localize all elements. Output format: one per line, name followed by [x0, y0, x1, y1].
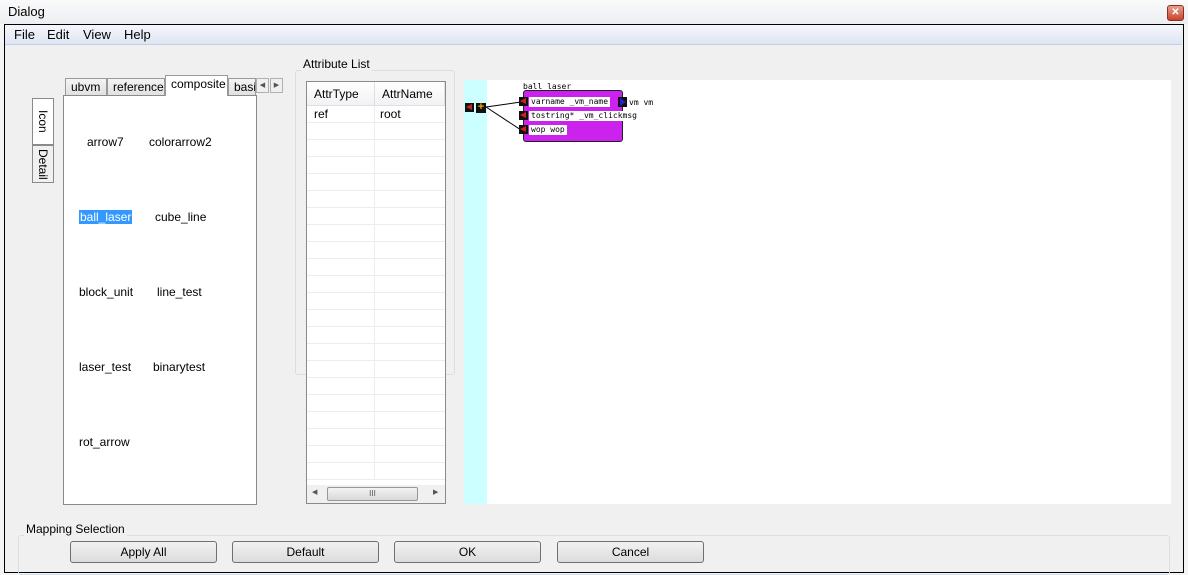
table-row[interactable] [307, 361, 445, 378]
cell-attrtype [307, 157, 375, 174]
table-row[interactable] [307, 208, 445, 225]
cell-attrtype [307, 259, 375, 276]
output-port-icon[interactable] [618, 97, 627, 107]
cell-attrtype [307, 225, 375, 242]
table-row[interactable] [307, 463, 445, 480]
horizontal-scrollbar[interactable]: ◀ III ▶ [307, 485, 445, 503]
table-row[interactable] [307, 123, 445, 140]
connection-line [485, 106, 522, 131]
table-row[interactable] [307, 429, 445, 446]
node-canvas[interactable] [487, 80, 1171, 504]
tab-ubvm[interactable]: ubvm [65, 78, 107, 96]
scroll-left-icon[interactable]: ◀ [312, 488, 317, 496]
connection-line [485, 101, 522, 108]
table-row[interactable] [307, 157, 445, 174]
tab-scroll-left-icon[interactable]: ◀ [256, 78, 269, 93]
cancel-button[interactable]: Cancel [557, 541, 704, 563]
column-header-attrname[interactable]: AttrName [375, 82, 445, 106]
cell-attrtype [307, 327, 375, 344]
list-item[interactable]: laser_test [78, 360, 132, 374]
table-row[interactable] [307, 191, 445, 208]
node-output: vm vm [629, 98, 654, 107]
scroll-thumb[interactable]: III [327, 487, 418, 501]
scroll-right-icon[interactable]: ▶ [433, 488, 438, 496]
cell-attrtype [307, 412, 375, 429]
plus-junction-icon[interactable]: + [476, 102, 486, 113]
icon-list: arrow7 colorarrow2 ball_laser cube_line … [63, 95, 257, 505]
table-row[interactable] [307, 446, 445, 463]
tab-reference[interactable]: reference [107, 78, 165, 96]
cell-attrtype [307, 310, 375, 327]
table-row[interactable] [307, 276, 445, 293]
input-port-icon[interactable] [519, 125, 528, 134]
table-row[interactable] [307, 242, 445, 259]
list-item[interactable]: binarytest [152, 360, 206, 374]
side-tab-detail[interactable]: Detail [32, 145, 54, 183]
menu-bar: File Edit View Help [5, 25, 1182, 45]
node-input: wop wop [529, 125, 567, 135]
menu-help[interactable]: Help [124, 27, 151, 42]
list-item[interactable]: colorarrow2 [148, 135, 213, 149]
cell-attrtype [307, 429, 375, 446]
cell-attrtype [307, 174, 375, 191]
cell-attrname: root [380, 107, 401, 121]
list-item[interactable]: line_test [156, 285, 203, 299]
table-row[interactable] [307, 395, 445, 412]
table-row[interactable] [307, 174, 445, 191]
tab-scroll-right-icon[interactable]: ▶ [270, 78, 283, 93]
table-row[interactable] [307, 378, 445, 395]
attribute-list-label: Attribute List [301, 57, 372, 71]
cell-attrtype [307, 463, 375, 480]
list-item[interactable]: arrow7 [86, 135, 125, 149]
table-row[interactable] [307, 412, 445, 429]
cell-attrtype: ref [307, 106, 375, 123]
cell-attrtype [307, 208, 375, 225]
input-port-icon[interactable] [519, 111, 528, 120]
input-port-icon[interactable] [519, 97, 528, 106]
side-tab-icon[interactable]: Icon [32, 98, 54, 145]
table-row[interactable] [307, 259, 445, 276]
node-ball-laser[interactable]: varname _vm_name tostring* _vm_clickmsg … [519, 90, 639, 142]
title-bar [0, 0, 1188, 24]
attribute-table: AttrType AttrName ref root ◀ III ▶ [306, 81, 446, 504]
list-item[interactable]: block_unit [78, 285, 134, 299]
cell-attrtype [307, 446, 375, 463]
cell-attrtype [307, 395, 375, 412]
tab-basic[interactable]: basic [228, 78, 256, 96]
table-row[interactable] [307, 310, 445, 327]
default-button[interactable]: Default [232, 541, 379, 563]
cell-attrtype [307, 293, 375, 310]
cell-attrtype [307, 361, 375, 378]
apply-all-button[interactable]: Apply All [70, 541, 217, 563]
cell-attrtype [307, 378, 375, 395]
list-item[interactable]: cube_line [154, 210, 207, 224]
window-title: Dialog [8, 4, 45, 19]
mapping-selection-label: Mapping Selection [24, 522, 127, 536]
node-input: varname _vm_name [529, 97, 611, 107]
cell-attrtype [307, 276, 375, 293]
cell-attrtype [307, 191, 375, 208]
cell-attrtype [307, 123, 375, 140]
ok-button[interactable]: OK [394, 541, 541, 563]
list-item-selected[interactable]: ball_laser [79, 210, 133, 224]
table-row[interactable] [307, 327, 445, 344]
list-item[interactable]: rot_arrow [78, 435, 131, 449]
table-row[interactable] [307, 344, 445, 361]
table-row[interactable] [307, 140, 445, 157]
node-input: tostring* _vm_clickmsg [529, 111, 639, 121]
column-header-attrtype[interactable]: AttrType [307, 82, 375, 106]
table-row[interactable] [307, 293, 445, 310]
tab-composite[interactable]: composite [165, 75, 228, 96]
cell-attrtype [307, 242, 375, 259]
cell-attrtype [307, 140, 375, 157]
close-icon[interactable]: ✕ [1167, 5, 1184, 21]
table-row[interactable]: ref root [307, 106, 445, 123]
menu-view[interactable]: View [83, 27, 111, 42]
source-port-icon[interactable] [465, 103, 474, 112]
cell-attrtype [307, 344, 375, 361]
table-row[interactable] [307, 225, 445, 242]
menu-edit[interactable]: Edit [47, 27, 69, 42]
menu-file[interactable]: File [14, 27, 35, 42]
